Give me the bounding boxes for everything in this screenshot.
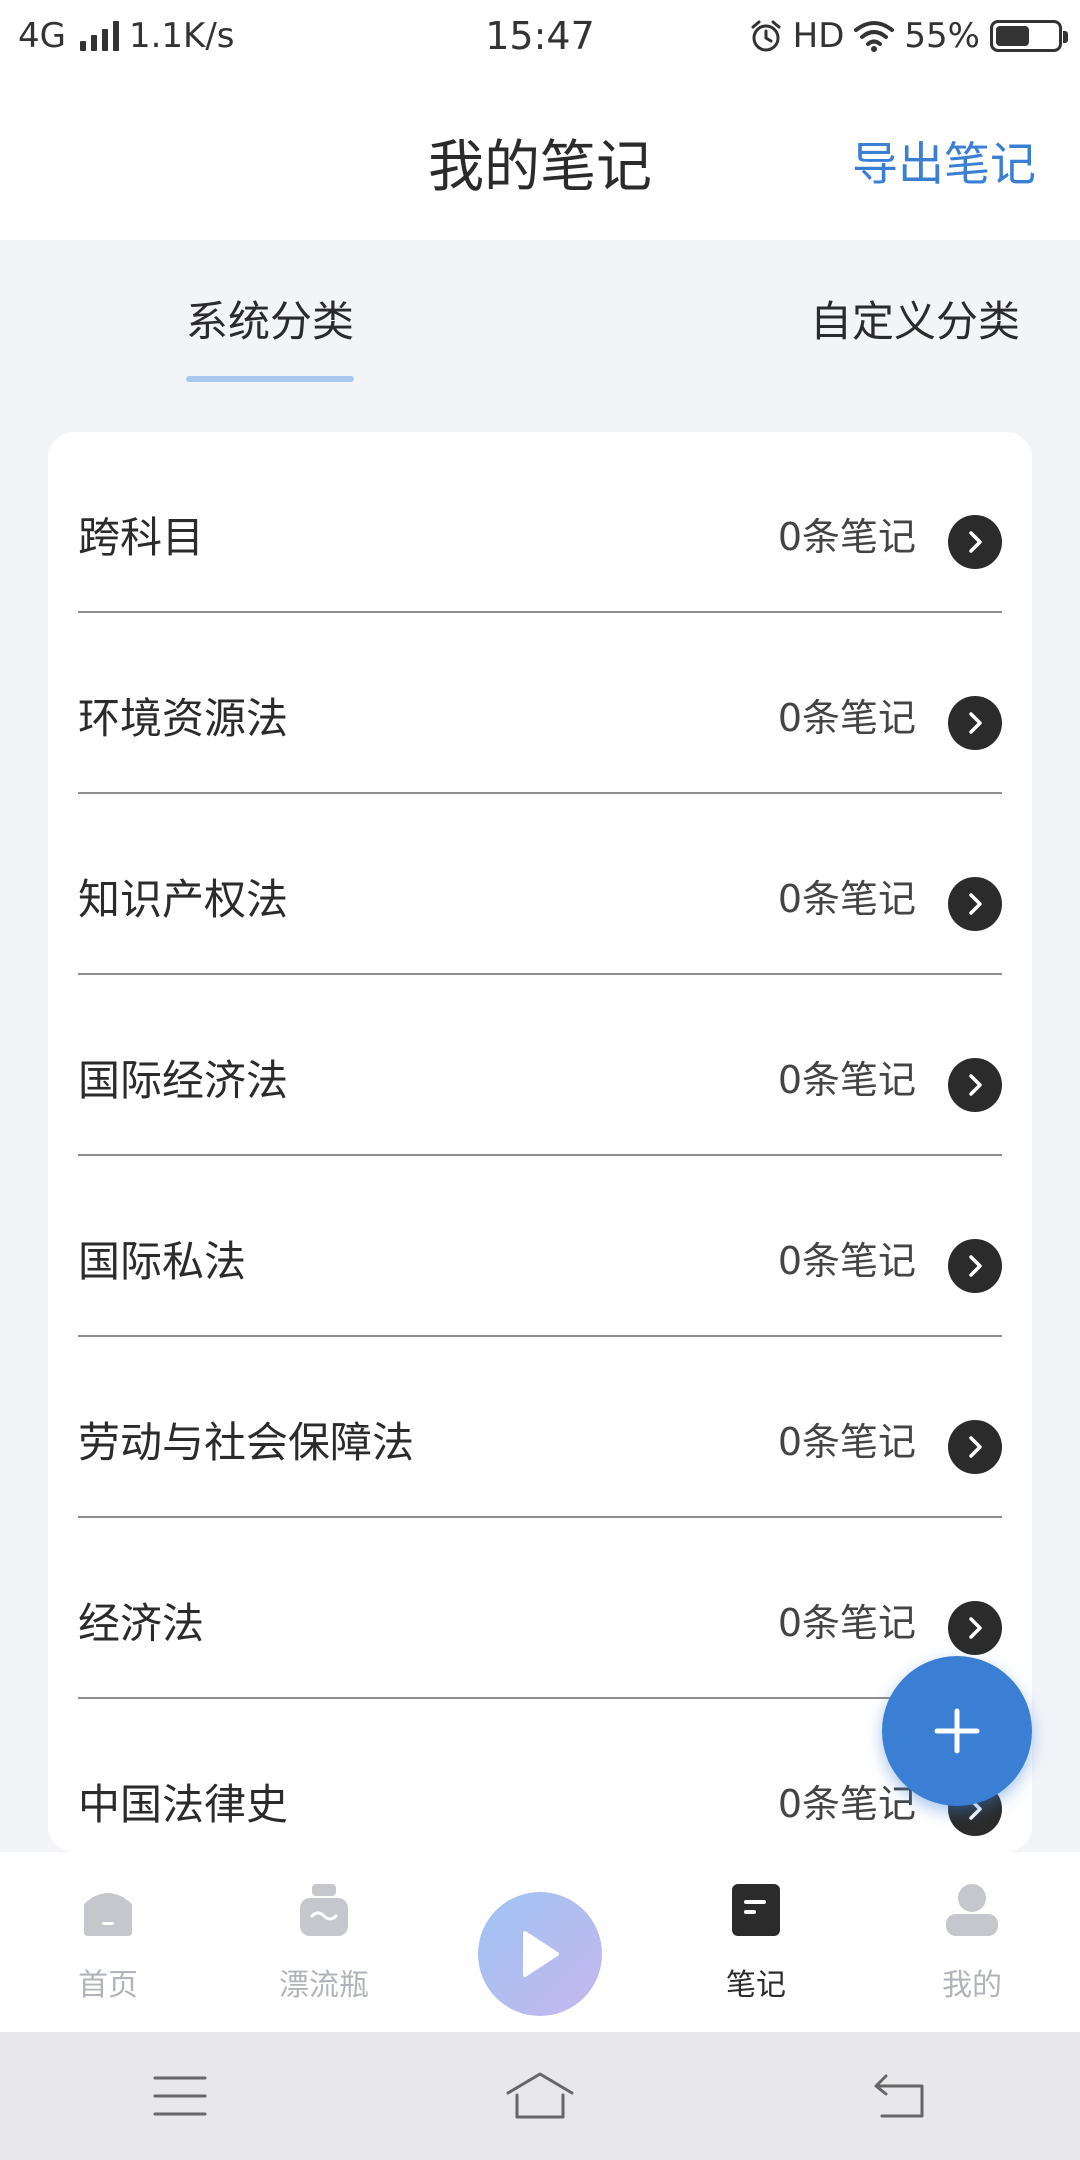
battery-percent: 55%	[904, 16, 980, 56]
list-item[interactable]: 国际私法 0条笔记	[78, 1156, 1002, 1337]
tab-custom-label: 自定义分类	[810, 297, 1021, 346]
list-item[interactable]: 环境资源法 0条笔记	[78, 613, 1002, 794]
network-type: 4G	[18, 16, 66, 56]
status-right: HD 55%	[749, 16, 1068, 56]
category-title: 经济法	[78, 1599, 205, 1648]
list-item[interactable]: 经济法 0条笔记	[78, 1518, 1002, 1699]
tab-system-label: 系统分类	[185, 297, 354, 346]
chevron-right-icon[interactable]	[948, 696, 1002, 750]
list-item[interactable]: 跨科目 0条笔记	[78, 432, 1002, 613]
bottom-nav: 首页 漂流瓶 笔记 我的	[0, 1852, 1080, 2032]
note-count: 0条笔记	[777, 1239, 916, 1283]
note-count: 0条笔记	[777, 1782, 916, 1826]
category-title: 跨科目	[78, 513, 205, 562]
signal-icon	[79, 21, 119, 51]
battery-fill	[996, 26, 1029, 46]
list-item[interactable]: 中国法律史 0条笔记	[78, 1699, 1002, 1852]
nav-play[interactable]	[432, 1852, 648, 2032]
status-bar: 4G 1.1K/s 15:47 HD 55%	[0, 0, 1080, 72]
category-title: 劳动与社会保障法	[78, 1418, 415, 1467]
list-item[interactable]: 知识产权法 0条笔记	[78, 794, 1002, 975]
note-icon	[732, 1884, 780, 1936]
active-tab-indicator	[186, 376, 354, 382]
home-icon	[84, 1893, 132, 1936]
category-title: 国际经济法	[78, 1056, 289, 1105]
menu-icon	[153, 2076, 207, 2116]
nav-home-label: 首页	[78, 1968, 138, 2003]
tab-custom-category[interactable]: 自定义分类	[540, 240, 1080, 390]
app-header: 我的笔记 导出笔记	[0, 72, 1080, 240]
chevron-right-icon[interactable]	[948, 1420, 1002, 1474]
chevron-right-icon[interactable]	[948, 515, 1002, 569]
note-count: 0条笔记	[777, 1420, 916, 1464]
wifi-icon	[854, 21, 895, 52]
list-item[interactable]: 国际经济法 0条笔记	[78, 975, 1002, 1156]
nav-mine[interactable]: 我的	[864, 1852, 1080, 2032]
status-left: 4G 1.1K/s	[18, 16, 235, 56]
house-outline-icon	[506, 2072, 574, 2119]
category-tabs: 系统分类 自定义分类	[0, 240, 1080, 390]
nav-bottle-label: 漂流瓶	[279, 1968, 369, 2003]
back-icon	[874, 2074, 924, 2118]
note-count: 0条笔记	[777, 515, 916, 559]
play-button[interactable]	[478, 1892, 602, 2016]
tab-system-category[interactable]: 系统分类	[0, 240, 540, 390]
nav-notes[interactable]: 笔记	[648, 1852, 864, 2032]
category-title: 国际私法	[78, 1237, 247, 1286]
chevron-right-icon[interactable]	[948, 1058, 1002, 1112]
chevron-right-icon[interactable]	[948, 877, 1002, 931]
nav-home[interactable]: 首页	[0, 1852, 216, 2032]
chevron-right-icon[interactable]	[948, 1239, 1002, 1293]
note-count: 0条笔记	[777, 1058, 916, 1102]
hd-indicator: HD	[792, 16, 845, 56]
nav-mine-label: 我的	[942, 1968, 1002, 2003]
network-speed: 1.1K/s	[128, 16, 235, 56]
menu-button[interactable]	[140, 2056, 220, 2136]
add-note-button[interactable]	[882, 1656, 1032, 1806]
list-item[interactable]: 劳动与社会保障法 0条笔记	[78, 1337, 1002, 1518]
note-count: 0条笔记	[777, 1601, 916, 1645]
system-nav-bar	[0, 2032, 1080, 2160]
plus-icon	[934, 1708, 980, 1754]
note-count: 0条笔记	[777, 696, 916, 740]
note-count: 0条笔记	[777, 877, 916, 921]
back-button[interactable]	[860, 2056, 940, 2136]
user-icon	[946, 1884, 998, 1936]
export-notes-button[interactable]: 导出笔记	[852, 128, 1036, 194]
battery-icon	[990, 20, 1068, 52]
home-button[interactable]	[500, 2056, 580, 2136]
category-title: 中国法律史	[78, 1780, 289, 1829]
alarm-icon	[751, 20, 781, 52]
play-icon	[523, 1931, 559, 1977]
nav-notes-label: 笔记	[726, 1968, 786, 2003]
category-title: 环境资源法	[78, 694, 289, 743]
nav-drift-bottle[interactable]: 漂流瓶	[216, 1852, 432, 2032]
category-list: 跨科目 0条笔记 环境资源法 0条笔记 知识产权法 0条笔记 国际经济法 0条笔…	[48, 432, 1032, 1852]
category-title: 知识产权法	[78, 875, 289, 924]
chevron-right-icon[interactable]	[948, 1601, 1002, 1655]
bottle-icon	[300, 1884, 348, 1936]
